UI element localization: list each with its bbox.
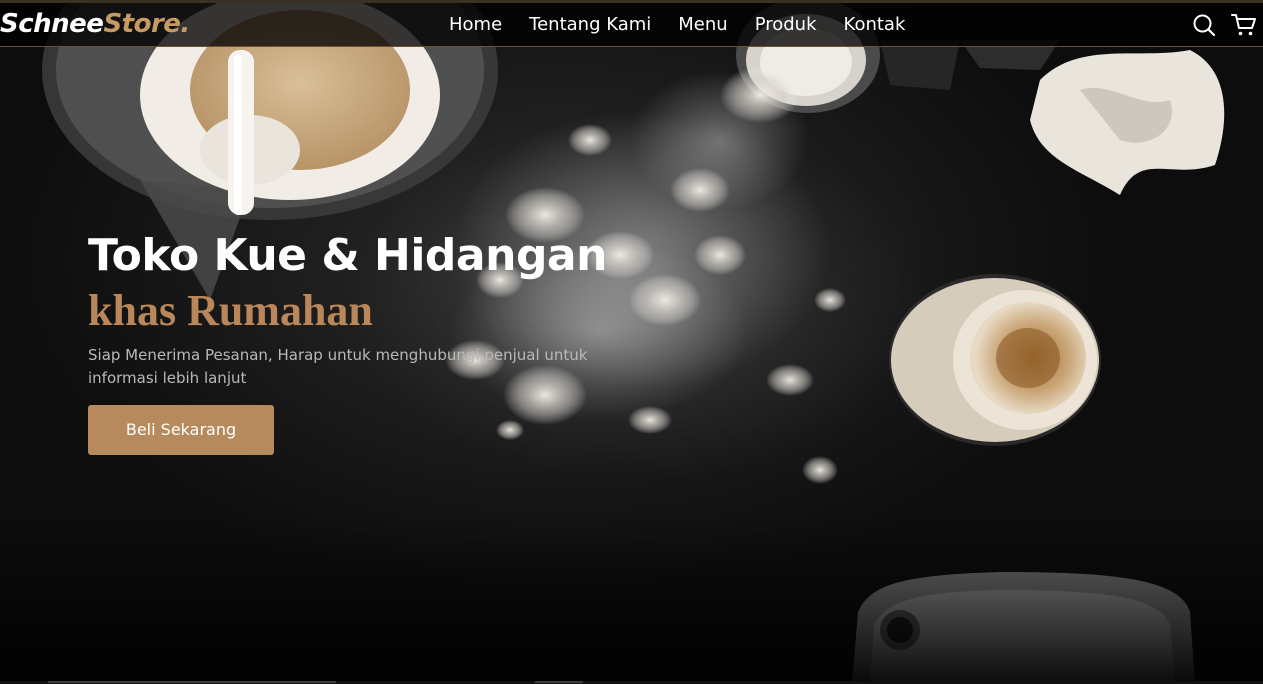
nav-item-produk[interactable]: Produk — [755, 12, 817, 38]
divider-segment — [535, 681, 583, 683]
nav-item-home[interactable]: Home — [449, 12, 502, 38]
nav-item-menu[interactable]: Menu — [678, 12, 727, 38]
hero-bottom-fade — [0, 514, 1263, 684]
divider-segment — [48, 681, 336, 683]
brand-name-part1: Schnee — [0, 9, 104, 39]
nav-item-tentang-kami[interactable]: Tentang Kami — [529, 12, 651, 38]
search-icon[interactable] — [1191, 12, 1217, 38]
brand-name-part2: Store. — [103, 9, 190, 39]
hero-subtitle: Siap Menerima Pesanan, Harap untuk mengh… — [88, 346, 588, 387]
nav-icons — [1191, 12, 1257, 38]
cloth — [880, 40, 1225, 195]
hero-title: Toko Kue & Hidangan — [88, 230, 607, 281]
buy-now-button[interactable]: Beli Sekarang — [88, 405, 274, 455]
starter-jar — [889, 274, 1101, 446]
hero-content: Toko Kue & Hidangan khas Rumahan Siap Me… — [88, 228, 688, 455]
nav-item-kontak[interactable]: Kontak — [844, 12, 906, 38]
navbar: SchneeStore. Home Tentang Kami Menu Prod… — [0, 0, 1263, 47]
cart-icon[interactable] — [1231, 12, 1257, 38]
hero-title-accent: khas Rumahan — [88, 286, 373, 335]
brand-logo[interactable]: SchneeStore. — [0, 9, 190, 39]
nav-links: Home Tentang Kami Menu Produk Kontak — [449, 12, 905, 38]
